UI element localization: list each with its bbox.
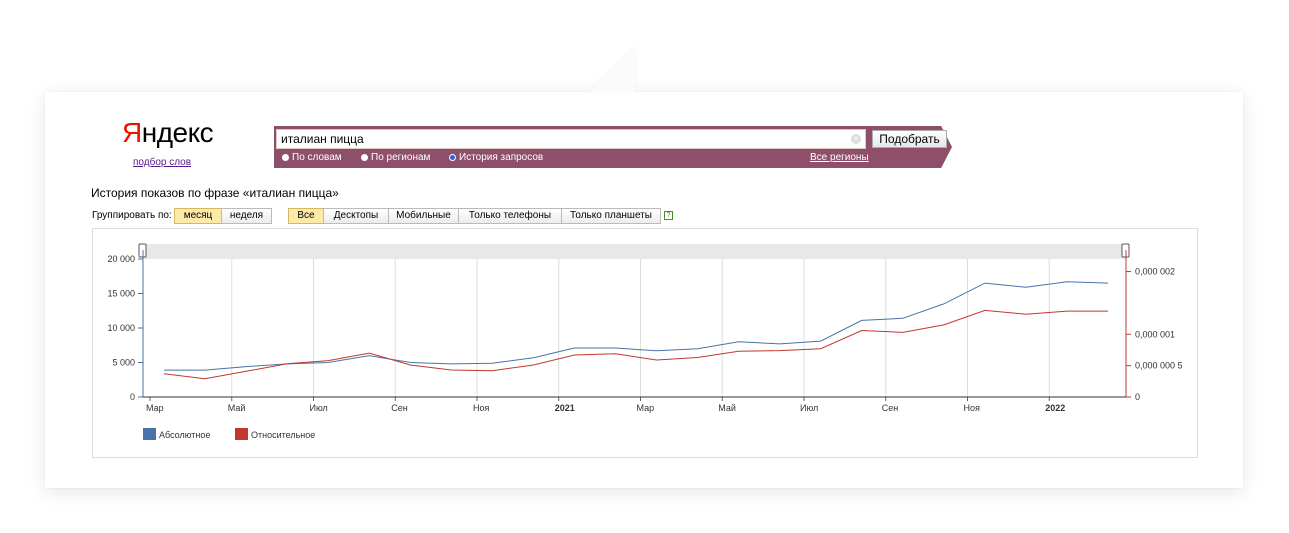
clear-icon[interactable]: × [851,134,861,144]
filter-mobile-button[interactable]: Мобильные [388,208,459,224]
chart-container [92,228,1198,458]
filter-phones-button[interactable]: Только телефоны [458,208,562,224]
help-icon[interactable]: ? [664,211,673,220]
yandex-logo[interactable]: Яндекс [122,117,214,149]
mode-label: По регионам [371,152,431,163]
mode-regions[interactable]: По регионам [361,152,430,163]
radio-icon [282,154,289,161]
wordstat-link[interactable]: подбор слов [133,157,191,168]
mode-history[interactable]: История запросов [449,152,543,163]
filter-desktop-button[interactable]: Десктопы [323,208,389,224]
group-month-button[interactable]: месяц [174,208,222,224]
mode-words[interactable]: По словам [282,152,342,163]
logo-first-letter: Я [122,117,142,148]
logo-rest: ндекс [141,117,214,148]
all-regions-link[interactable]: Все регионы [810,152,869,163]
find-button[interactable]: Подобрать [872,130,947,148]
mode-label: История запросов [459,152,544,163]
group-by-label: Группировать по: [92,210,172,221]
search-input[interactable] [276,129,866,149]
mode-label: По словам [292,152,342,163]
radio-selected-icon [449,154,456,161]
panel-pointer [590,48,635,92]
radio-icon [361,154,368,161]
filter-tablets-button[interactable]: Только планшеты [561,208,661,224]
filter-all-button[interactable]: Все [288,208,324,224]
group-week-button[interactable]: неделя [221,208,272,224]
history-title: История показов по фразе «италиан пицца» [91,186,339,200]
